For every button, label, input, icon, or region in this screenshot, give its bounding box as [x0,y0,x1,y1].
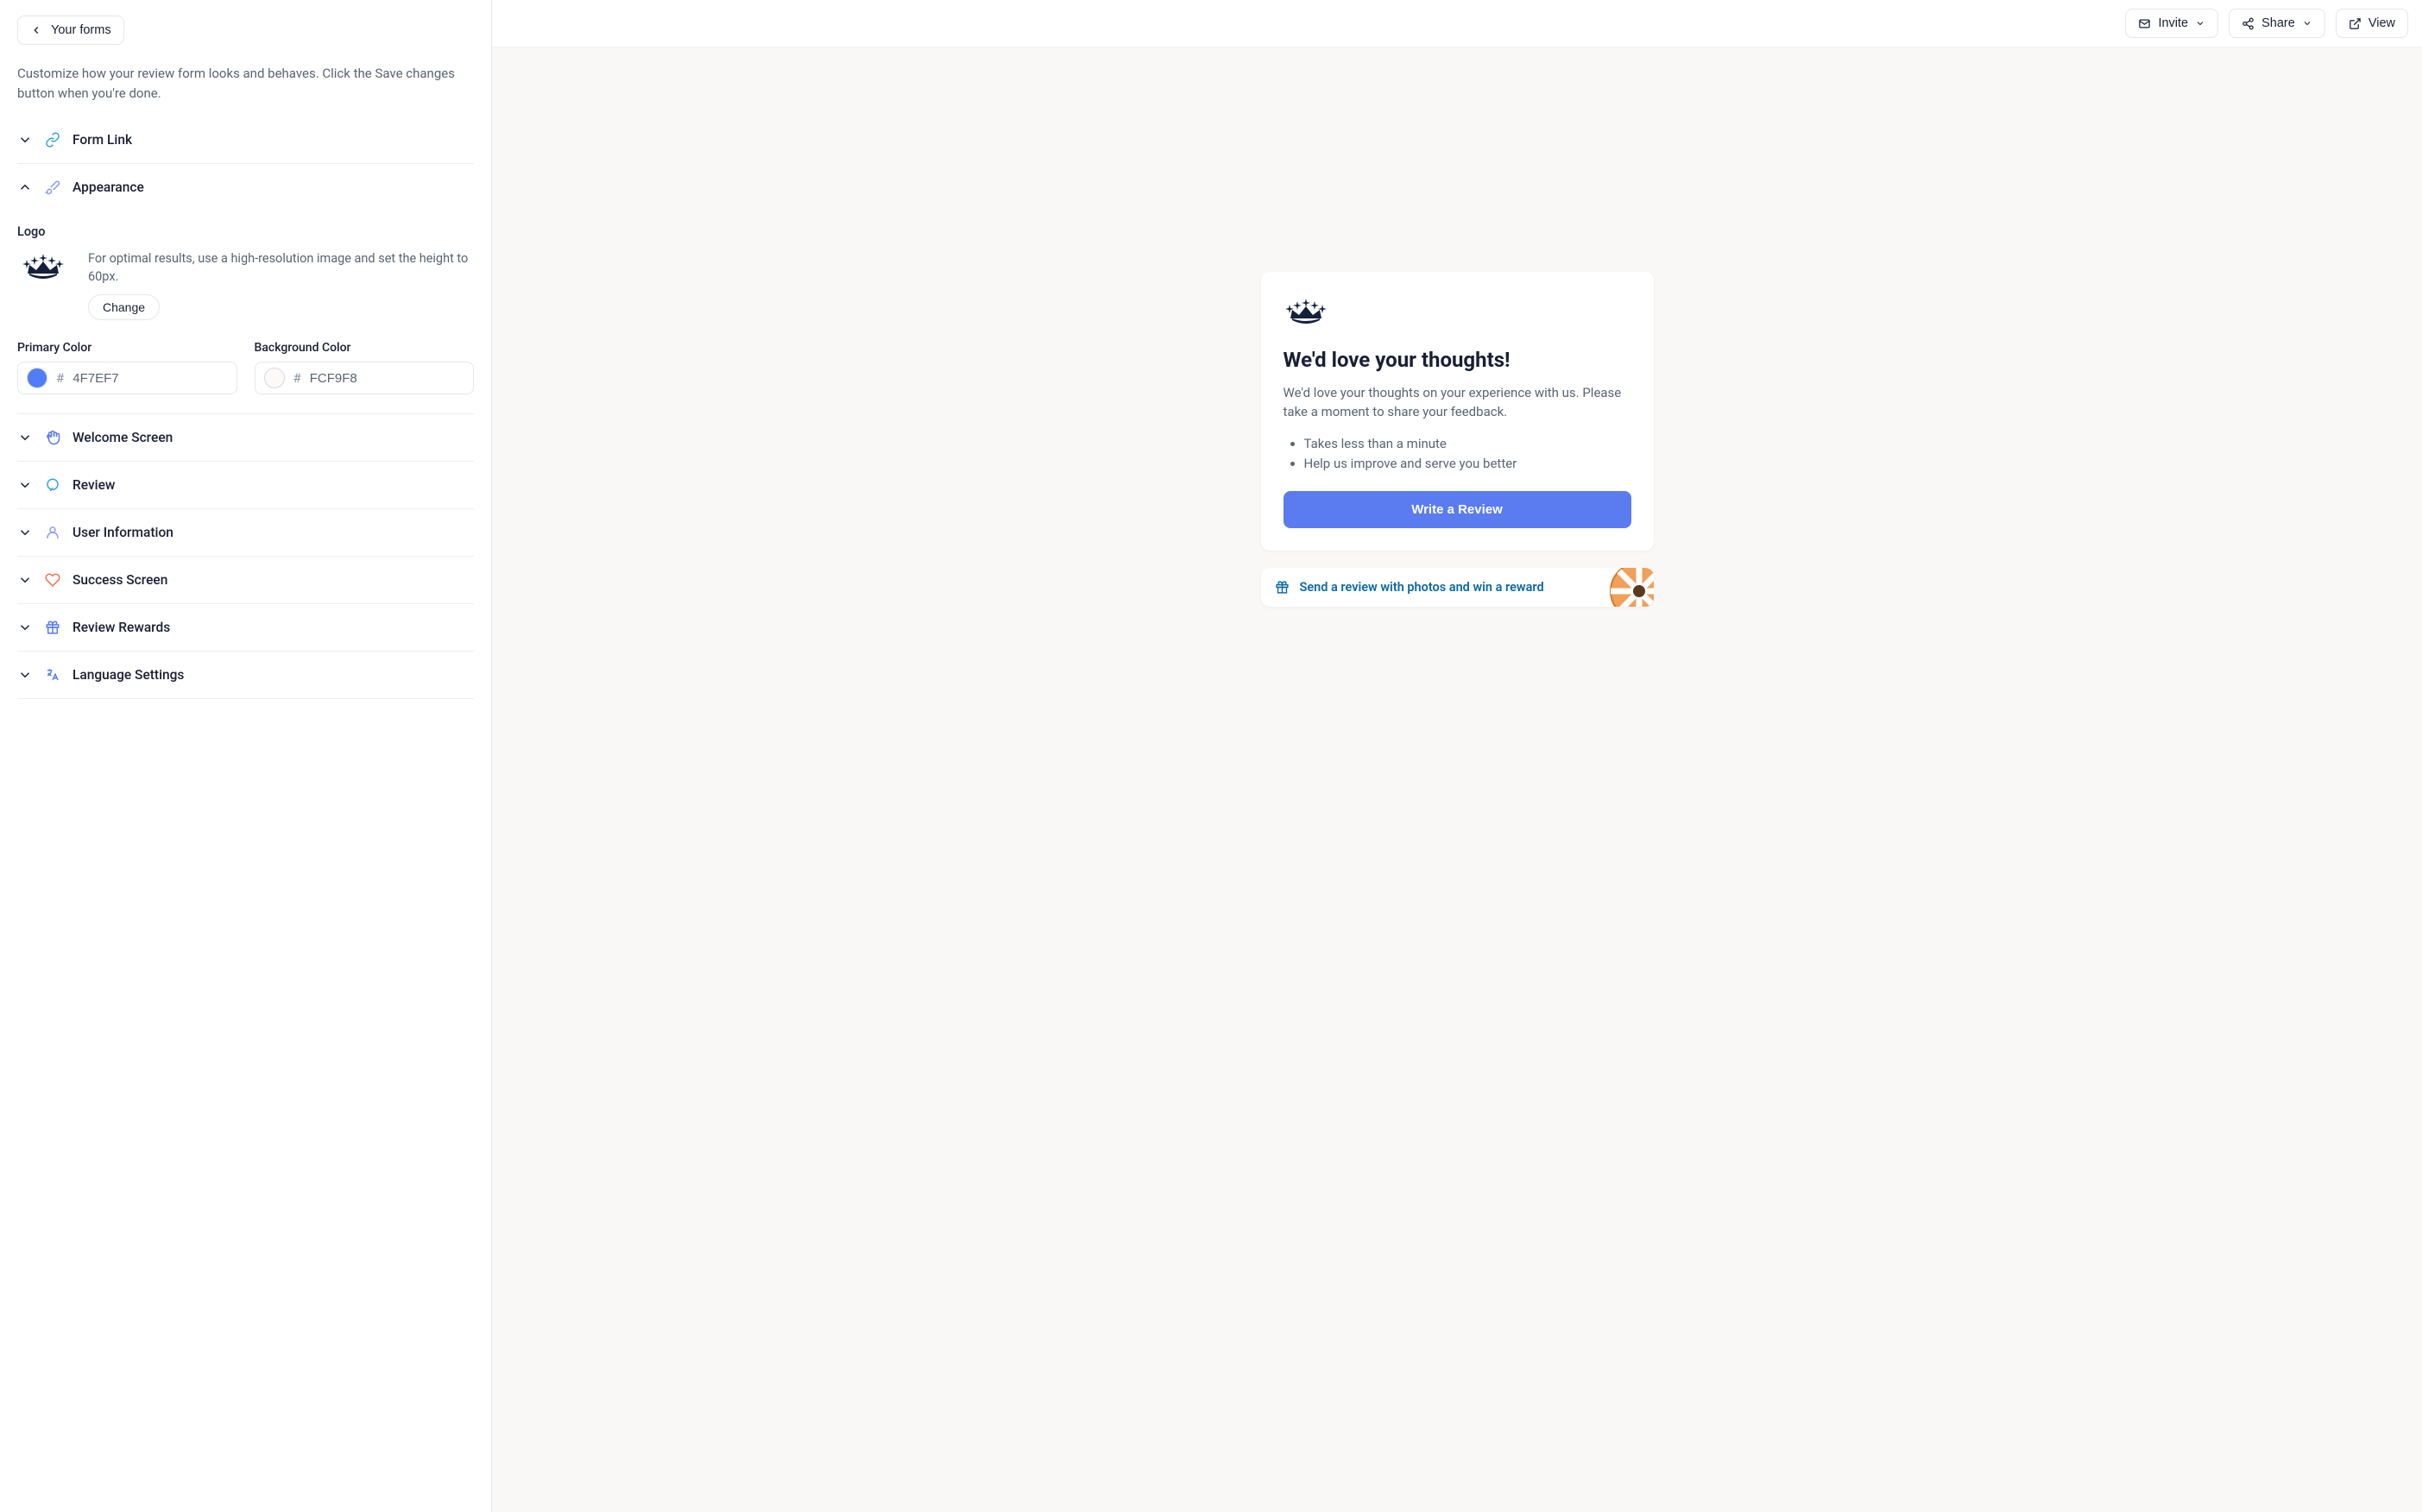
background-color-input-wrap[interactable]: # [255,362,475,394]
primary-color-field: Primary Color # [17,341,237,394]
section-label: Language Settings [73,667,184,683]
background-color-swatch [264,368,285,388]
chevron-up-icon [17,180,33,195]
section-language-settings[interactable]: Language Settings [17,652,474,699]
chevron-down-icon [17,477,33,493]
back-button[interactable]: Your forms [17,16,124,45]
sections-list: Form Link Appearance Logo [17,123,474,699]
mail-icon [2138,17,2151,30]
chevron-down-icon [2195,18,2205,28]
chevron-down-icon [17,667,33,683]
share-label: Share [2261,16,2295,30]
section-label: Success Screen [73,572,167,588]
section-review[interactable]: Review [17,462,474,509]
section-label: Form Link [73,132,132,148]
view-button[interactable]: View [2336,9,2408,38]
link-icon [45,132,60,148]
preview-bullet: Takes less than a minute [1304,434,1631,454]
appearance-body: Logo For optima [17,211,474,414]
reward-banner[interactable]: Send a review with photos and win a rewa… [1261,568,1654,607]
gift-icon [45,620,60,635]
hash-symbol: # [56,370,64,386]
chevron-down-icon [17,132,33,148]
invite-label: Invite [2158,16,2188,30]
section-label: Review [73,477,115,493]
reward-text: Send a review with photos and win a rewa… [1300,580,1544,595]
preview-body: We'd love your thoughts on your experien… [1284,384,1631,422]
section-label: User Information [73,525,173,540]
section-user-information[interactable]: User Information [17,509,474,557]
toolbar: Invite Share View [492,0,2422,47]
preview-logo [1284,298,1631,331]
background-color-input[interactable] [310,371,396,386]
primary-color-input-wrap[interactable]: # [17,362,237,394]
brush-icon [45,180,60,195]
preview-area: We'd love your thoughts! We'd love your … [492,47,2422,1512]
back-button-label: Your forms [51,23,111,37]
share-button[interactable]: Share [2229,9,2325,38]
section-label: Appearance [73,180,144,195]
background-color-label: Background Color [255,341,475,355]
preview-bullets: Takes less than a minute Help us improve… [1284,434,1631,475]
view-label: View [2368,16,2395,30]
primary-color-input[interactable] [73,371,159,386]
translate-icon [45,667,60,683]
user-icon [45,525,60,540]
share-icon [2242,17,2255,30]
preview-title: We'd love your thoughts! [1284,348,1631,372]
primary-color-label: Primary Color [17,341,237,355]
chat-icon [45,477,60,493]
section-form-link[interactable]: Form Link [17,123,474,164]
hand-icon [45,430,60,445]
chevron-down-icon [17,430,33,445]
section-label: Review Rewards [73,620,170,635]
heart-icon [45,572,60,588]
chevron-down-icon [17,572,33,588]
background-color-field: Background Color # [255,341,475,394]
chevron-down-icon [17,525,33,540]
gift-icon [1275,580,1290,595]
section-success-screen[interactable]: Success Screen [17,557,474,604]
invite-button[interactable]: Invite [2125,9,2218,38]
primary-color-swatch [27,368,47,388]
section-appearance[interactable]: Appearance [17,164,474,211]
main-preview-panel: Invite Share View [492,0,2422,1512]
sidebar-description: Customize how your review form looks and… [17,64,466,103]
prize-wheel-icon [1609,568,1654,607]
settings-sidebar: Your forms Customize how your review for… [0,0,492,1512]
preview-bullet: Help us improve and serve you better [1304,454,1631,474]
hash-symbol: # [293,370,301,386]
section-label: Welcome Screen [73,430,173,445]
crown-logo-icon [1284,298,1328,327]
write-review-button[interactable]: Write a Review [1284,491,1631,528]
chevron-left-icon [30,24,42,36]
external-link-icon [2349,17,2362,30]
crown-logo-icon [21,253,66,282]
change-logo-button[interactable]: Change [88,294,160,320]
section-welcome-screen[interactable]: Welcome Screen [17,414,474,462]
logo-preview [17,249,69,282]
section-review-rewards[interactable]: Review Rewards [17,604,474,652]
chevron-down-icon [17,620,33,635]
logo-label: Logo [17,224,474,239]
chevron-down-icon [2302,18,2312,28]
preview-card: We'd love your thoughts! We'd love your … [1261,272,1654,551]
logo-hint: For optimal results, use a high-resoluti… [88,249,474,286]
